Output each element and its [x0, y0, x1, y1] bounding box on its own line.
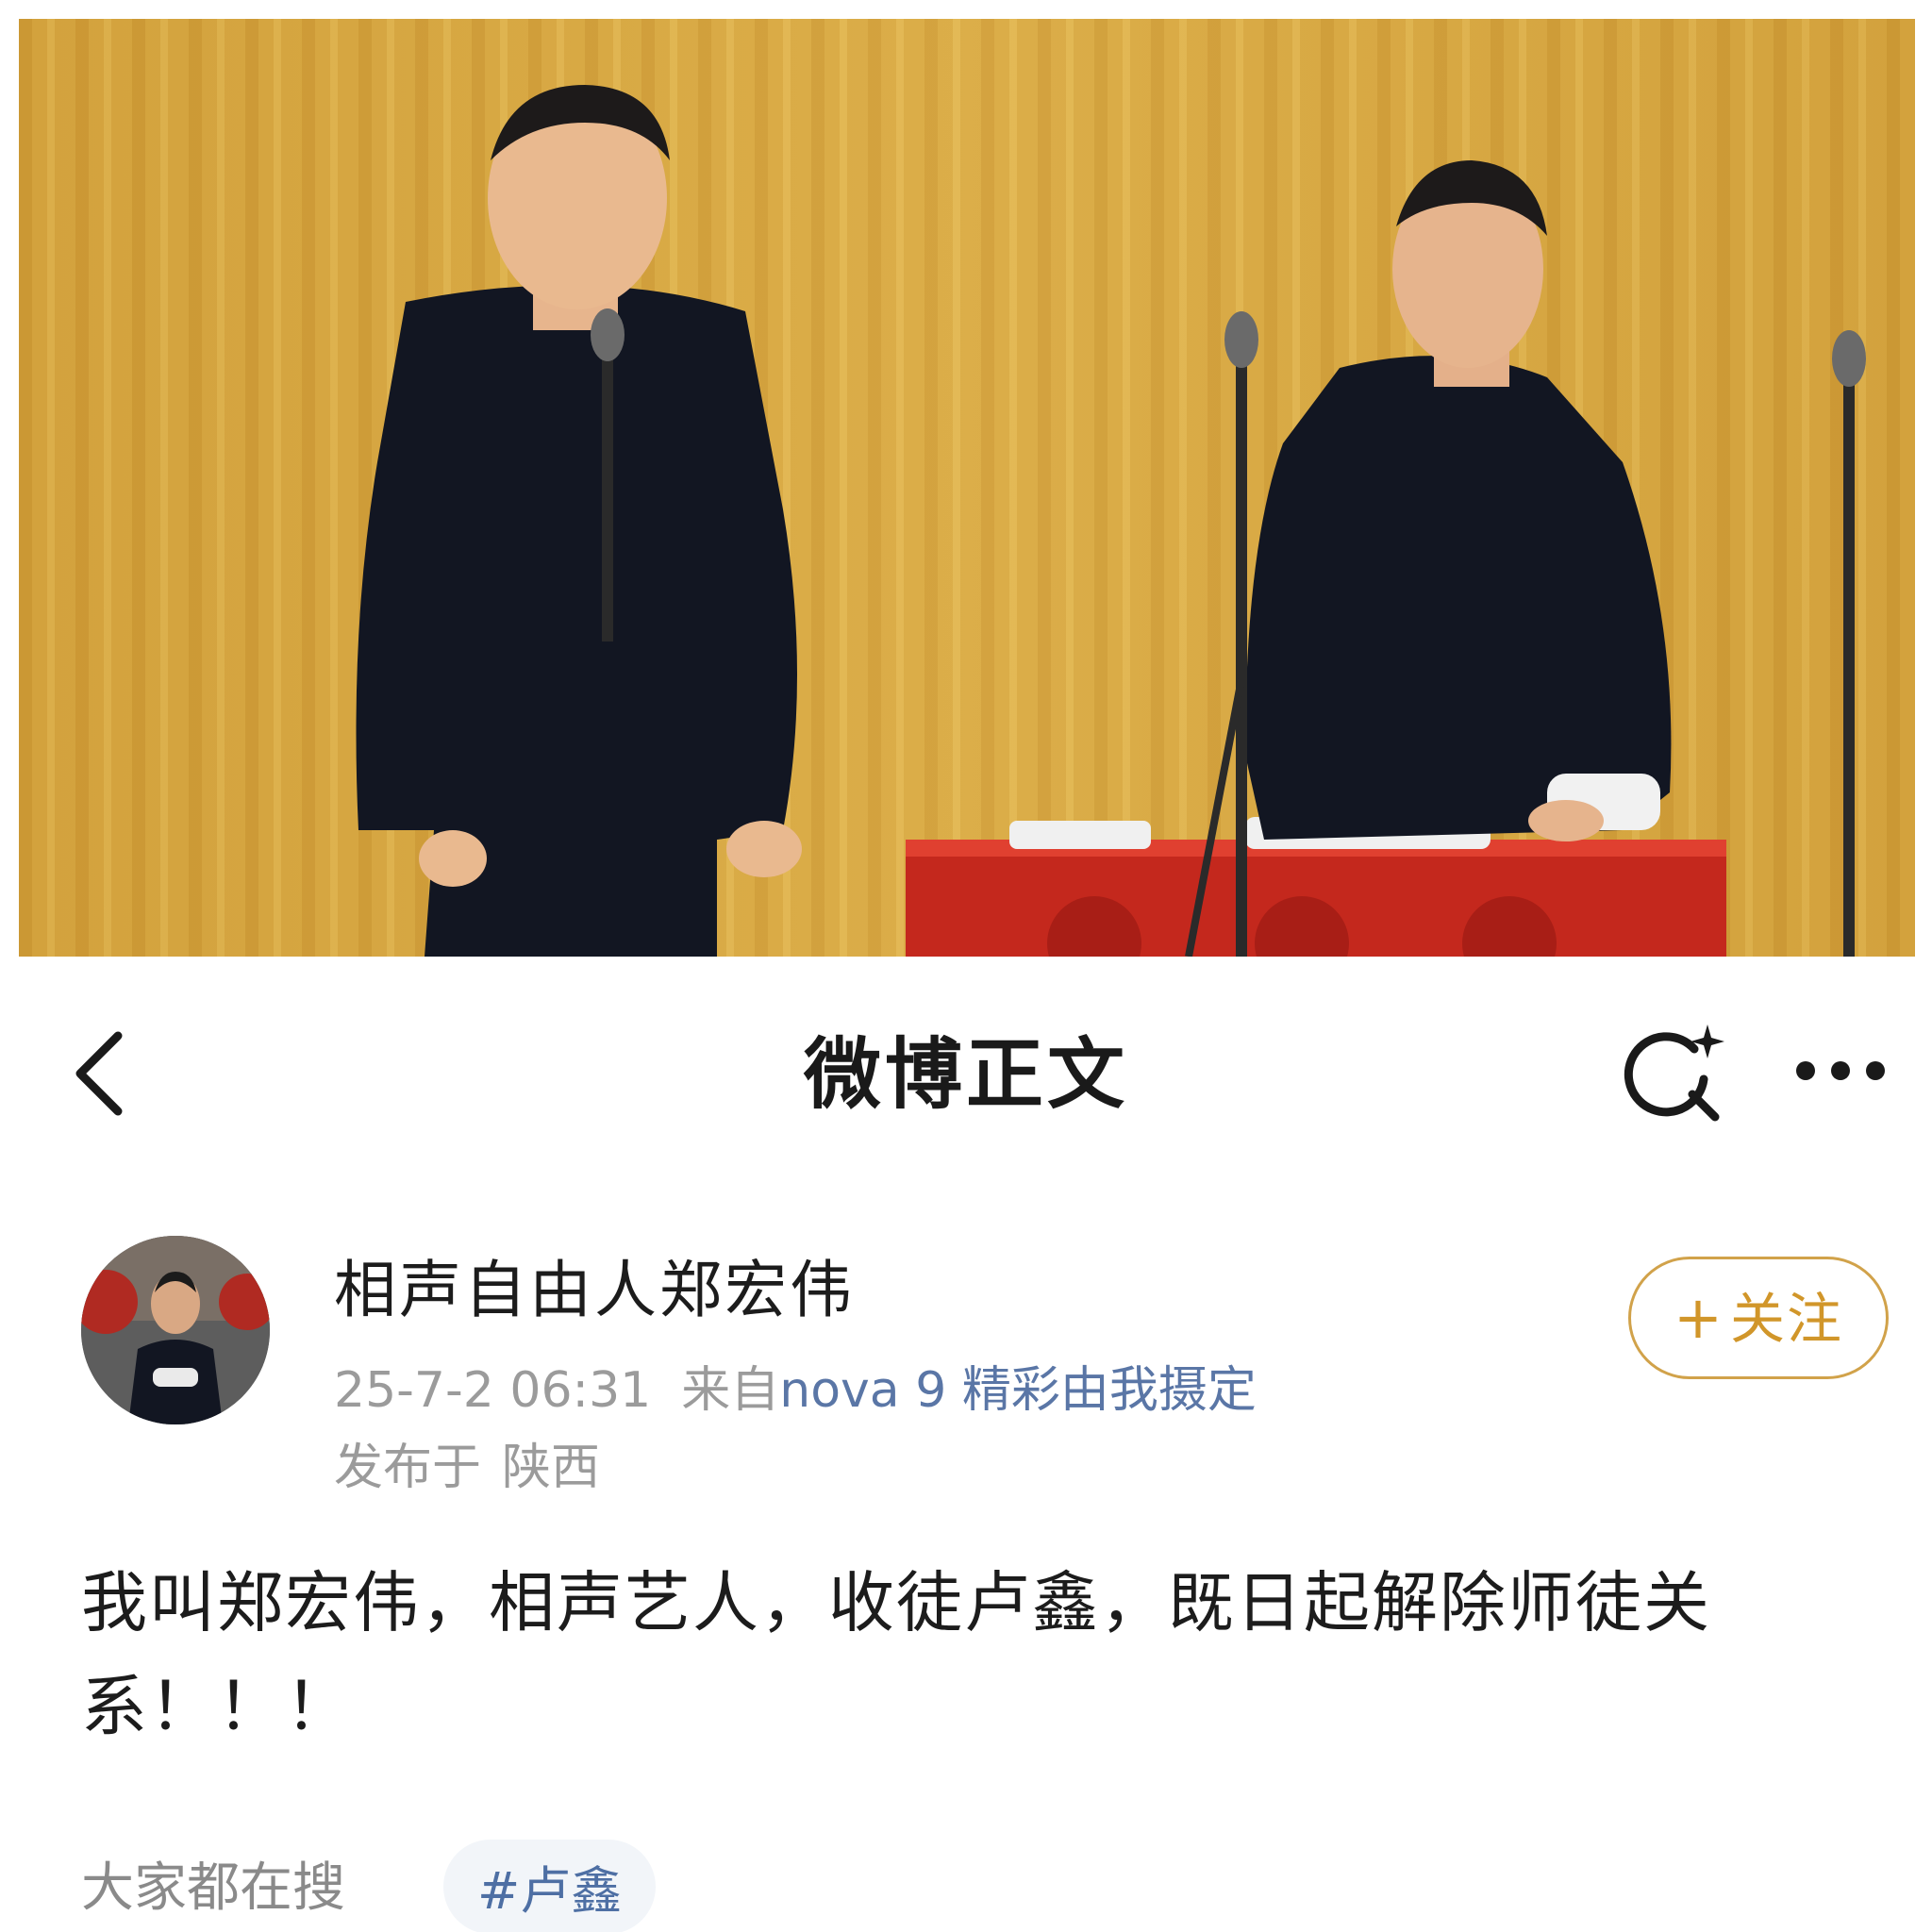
hashtag-chip[interactable]: #卢鑫: [443, 1840, 657, 1932]
post-meta: 25-7-2 06:31 来自nova 9 精彩由我摄定: [334, 1360, 1257, 1421]
location-prefix: 发布于: [334, 1440, 482, 1496]
follow-label: 关注: [1729, 1287, 1843, 1351]
follow-button[interactable]: + 关注: [1628, 1257, 1889, 1379]
chevron-left-icon[interactable]: [66, 1026, 132, 1121]
post-location: 发布于 陕西: [334, 1438, 600, 1498]
post-photo[interactable]: [19, 19, 1915, 957]
post-time: 25-7-2 06:31: [334, 1362, 652, 1419]
post-text: 我叫郑宏伟，相声艺人，收徒卢鑫，既日起解除师徒关系！！！: [81, 1564, 1711, 1745]
stage-photo-illustration: [19, 19, 1915, 957]
source-device-link[interactable]: nova 9 精彩由我摄定: [779, 1362, 1257, 1419]
page-title: 微博正文: [803, 1030, 1128, 1120]
search-sparkle-icon[interactable]: [1621, 1021, 1724, 1124]
more-dots-icon[interactable]: [1789, 1047, 1892, 1094]
trending-label: 大家都在搜: [81, 1857, 345, 1919]
follow-plus-icon: +: [1674, 1283, 1724, 1352]
avatar[interactable]: [81, 1236, 270, 1424]
source-prefix: 来自: [681, 1362, 780, 1419]
avatar-image: [81, 1236, 270, 1424]
author-name[interactable]: 相声自由人郑宏伟: [334, 1253, 855, 1328]
location-value: 陕西: [502, 1440, 601, 1496]
